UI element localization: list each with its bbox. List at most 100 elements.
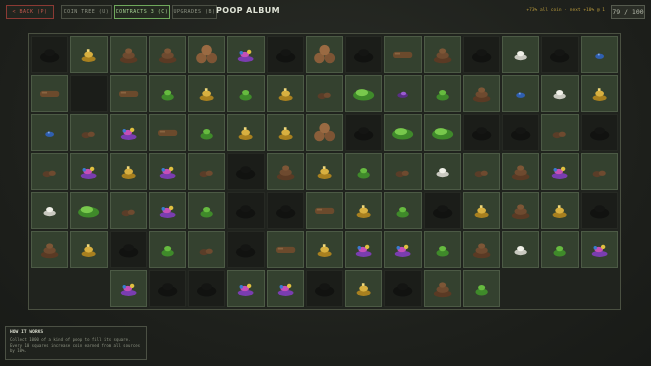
album-slot-found[interactable] bbox=[384, 231, 422, 268]
album-slot-locked[interactable] bbox=[266, 36, 304, 73]
album-slot-found[interactable] bbox=[70, 192, 108, 229]
album-slot-found[interactable] bbox=[188, 192, 226, 229]
album-slot-found[interactable] bbox=[266, 75, 304, 112]
album-slot-found[interactable] bbox=[580, 153, 618, 190]
tab-coin-tree[interactable]: COIN TREE (U) bbox=[61, 5, 112, 19]
album-slot-found[interactable] bbox=[384, 153, 422, 190]
album-slot-found[interactable] bbox=[227, 75, 265, 112]
album-slot-locked[interactable] bbox=[541, 36, 579, 73]
album-slot-found[interactable] bbox=[305, 75, 344, 112]
album-slot-locked[interactable] bbox=[345, 114, 383, 151]
album-slot-found[interactable] bbox=[148, 231, 187, 268]
album-slot-found[interactable] bbox=[580, 75, 618, 112]
album-slot-found[interactable] bbox=[423, 114, 461, 151]
album-slot-found[interactable] bbox=[266, 114, 304, 151]
album-slot-locked[interactable] bbox=[462, 36, 501, 73]
album-slot-found[interactable] bbox=[266, 231, 304, 268]
album-slot-found[interactable] bbox=[148, 114, 187, 151]
album-slot-locked[interactable] bbox=[227, 192, 265, 229]
album-slot-found[interactable] bbox=[148, 36, 187, 73]
tab-upgrades[interactable]: UPGRADES (B) bbox=[172, 5, 217, 19]
back-button[interactable]: < BACK (P) bbox=[6, 5, 54, 19]
album-slot-found[interactable] bbox=[109, 36, 147, 73]
album-slot-found[interactable] bbox=[266, 153, 304, 190]
album-slot-found[interactable] bbox=[188, 36, 226, 73]
album-slot-locked[interactable] bbox=[580, 192, 618, 229]
album-slot-found[interactable] bbox=[148, 192, 187, 229]
album-slot-found[interactable] bbox=[541, 153, 579, 190]
album-slot-locked[interactable] bbox=[345, 36, 383, 73]
album-slot-found[interactable] bbox=[109, 75, 147, 112]
album-slot-locked[interactable] bbox=[148, 270, 187, 307]
album-slot-locked[interactable] bbox=[580, 114, 618, 151]
album-slot-found[interactable] bbox=[541, 192, 579, 229]
album-slot-found[interactable] bbox=[541, 114, 579, 151]
album-slot-found[interactable] bbox=[462, 192, 501, 229]
album-slot-found[interactable] bbox=[502, 231, 540, 268]
album-slot-locked[interactable] bbox=[109, 231, 147, 268]
album-slot-found[interactable] bbox=[70, 231, 108, 268]
album-slot-found[interactable] bbox=[423, 270, 461, 307]
album-slot-found[interactable] bbox=[384, 192, 422, 229]
album-slot-found[interactable] bbox=[227, 270, 265, 307]
album-slot-found[interactable] bbox=[109, 192, 147, 229]
album-slot-found[interactable] bbox=[384, 75, 422, 112]
album-slot-locked[interactable] bbox=[188, 270, 226, 307]
album-slot-found[interactable] bbox=[305, 153, 344, 190]
album-slot-found[interactable] bbox=[541, 75, 579, 112]
album-slot-found[interactable] bbox=[502, 153, 540, 190]
album-slot-found[interactable] bbox=[305, 192, 344, 229]
album-slot-found[interactable] bbox=[148, 75, 187, 112]
album-slot-locked[interactable] bbox=[305, 270, 344, 307]
album-slot-found[interactable] bbox=[345, 153, 383, 190]
album-slot-found[interactable] bbox=[423, 231, 461, 268]
album-slot-found[interactable] bbox=[462, 270, 501, 307]
album-slot-found[interactable] bbox=[502, 75, 540, 112]
album-slot-locked[interactable] bbox=[70, 75, 108, 112]
album-slot-found[interactable] bbox=[384, 114, 422, 151]
album-slot-found[interactable] bbox=[188, 114, 226, 151]
album-slot-locked[interactable] bbox=[227, 231, 265, 268]
album-slot-found[interactable] bbox=[462, 75, 501, 112]
album-slot-found[interactable] bbox=[109, 114, 147, 151]
album-slot-found[interactable] bbox=[345, 231, 383, 268]
album-slot-found[interactable] bbox=[305, 36, 344, 73]
album-slot-found[interactable] bbox=[345, 270, 383, 307]
album-slot-locked[interactable] bbox=[266, 192, 304, 229]
album-slot-found[interactable] bbox=[423, 36, 461, 73]
album-slot-found[interactable] bbox=[31, 192, 69, 229]
album-slot-locked[interactable] bbox=[31, 36, 69, 73]
album-slot-found[interactable] bbox=[70, 153, 108, 190]
album-slot-found[interactable] bbox=[148, 153, 187, 190]
album-slot-found[interactable] bbox=[31, 75, 69, 112]
album-slot-found[interactable] bbox=[188, 153, 226, 190]
album-slot-found[interactable] bbox=[345, 192, 383, 229]
album-slot-found[interactable] bbox=[345, 75, 383, 112]
album-slot-found[interactable] bbox=[305, 114, 344, 151]
album-slot-locked[interactable] bbox=[502, 114, 540, 151]
tab-contracts[interactable]: CONTRACTS 3 (C) bbox=[114, 5, 170, 19]
album-slot-locked[interactable] bbox=[384, 270, 422, 307]
album-slot-found[interactable] bbox=[31, 153, 69, 190]
album-slot-found[interactable] bbox=[227, 114, 265, 151]
album-slot-found[interactable] bbox=[70, 114, 108, 151]
album-slot-found[interactable] bbox=[423, 153, 461, 190]
album-slot-found[interactable] bbox=[109, 270, 147, 307]
album-slot-found[interactable] bbox=[541, 231, 579, 268]
album-slot-found[interactable] bbox=[462, 153, 501, 190]
album-slot-found[interactable] bbox=[305, 231, 344, 268]
album-slot-found[interactable] bbox=[227, 36, 265, 73]
album-slot-found[interactable] bbox=[31, 231, 69, 268]
album-slot-found[interactable] bbox=[502, 192, 540, 229]
album-slot-found[interactable] bbox=[188, 231, 226, 268]
album-slot-found[interactable] bbox=[384, 36, 422, 73]
album-slot-found[interactable] bbox=[188, 75, 226, 112]
album-slot-found[interactable] bbox=[70, 36, 108, 73]
album-slot-found[interactable] bbox=[580, 231, 618, 268]
album-slot-found[interactable] bbox=[266, 270, 304, 307]
album-slot-locked[interactable] bbox=[423, 192, 461, 229]
album-slot-found[interactable] bbox=[462, 231, 501, 268]
album-slot-found[interactable] bbox=[502, 36, 540, 73]
album-slot-found[interactable] bbox=[31, 114, 69, 151]
album-slot-found[interactable] bbox=[109, 153, 147, 190]
